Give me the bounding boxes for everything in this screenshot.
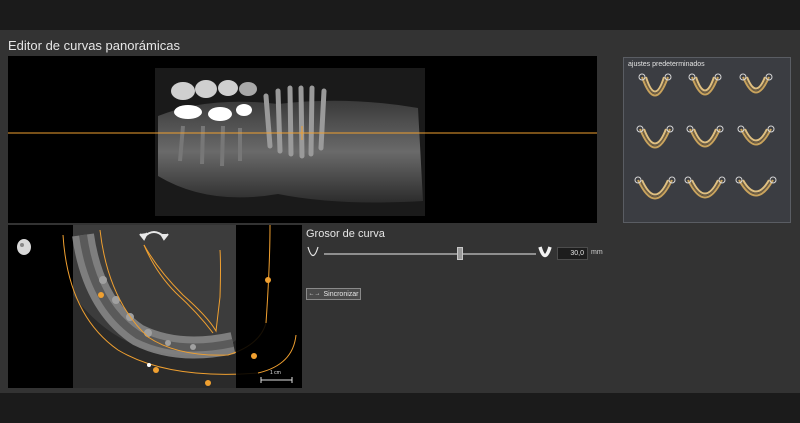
slider-track[interactable]	[324, 253, 536, 255]
sync-button[interactable]: ←→ Sincronizar	[306, 288, 361, 300]
thickness-value-input[interactable]: 30,0	[557, 247, 588, 260]
slider-thumb[interactable]	[456, 247, 463, 260]
preset-8[interactable]	[684, 175, 726, 215]
thickness-unit: mm	[591, 249, 603, 256]
preset-4[interactable]	[634, 124, 674, 164]
curve-thickness-slider[interactable]: 30,0 mm	[306, 243, 606, 265]
preset-curve-icon	[638, 73, 672, 97]
preset-5[interactable]	[684, 124, 724, 164]
preset-1[interactable]	[634, 72, 674, 112]
preset-curve-icon	[634, 176, 676, 200]
preset-curve-icon	[688, 73, 722, 96]
skull-orientation-icon	[17, 239, 31, 255]
panoramic-view[interactable]	[8, 56, 597, 223]
preset-curve-icon	[684, 176, 726, 199]
presets-panel: ajustes predeterminados	[623, 57, 791, 223]
presets-title: ajustes predeterminados	[628, 61, 705, 68]
panoramic-image	[8, 68, 597, 216]
window-title: Editor de curvas panorámicas	[8, 38, 180, 53]
axial-view[interactable]: 1 cm	[8, 225, 302, 388]
preset-6[interactable]	[735, 124, 775, 164]
sync-arrows-icon: ←→	[308, 291, 321, 297]
preset-3[interactable]	[735, 72, 775, 112]
axial-image	[17, 225, 302, 388]
thin-curve-icon	[307, 246, 319, 257]
preset-curve-icon	[686, 125, 724, 148]
curve-thickness-label: Grosor de curva	[306, 228, 385, 240]
sync-button-label: Sincronizar	[323, 290, 359, 298]
preset-curve-icon	[737, 125, 775, 146]
scale-label: 1 cm	[270, 370, 281, 376]
top-strip	[0, 0, 800, 30]
preset-curve-icon	[636, 125, 674, 149]
preset-curve-icon	[735, 176, 777, 197]
preset-curve-icon	[739, 73, 773, 94]
bottom-strip	[0, 393, 800, 423]
preset-2[interactable]	[684, 72, 724, 112]
preset-7[interactable]	[634, 175, 676, 215]
curve-editor-window: Editor de curvas panorámicas ajustes pre…	[0, 30, 800, 393]
thick-curve-icon	[538, 246, 552, 258]
preset-9[interactable]	[735, 175, 777, 215]
